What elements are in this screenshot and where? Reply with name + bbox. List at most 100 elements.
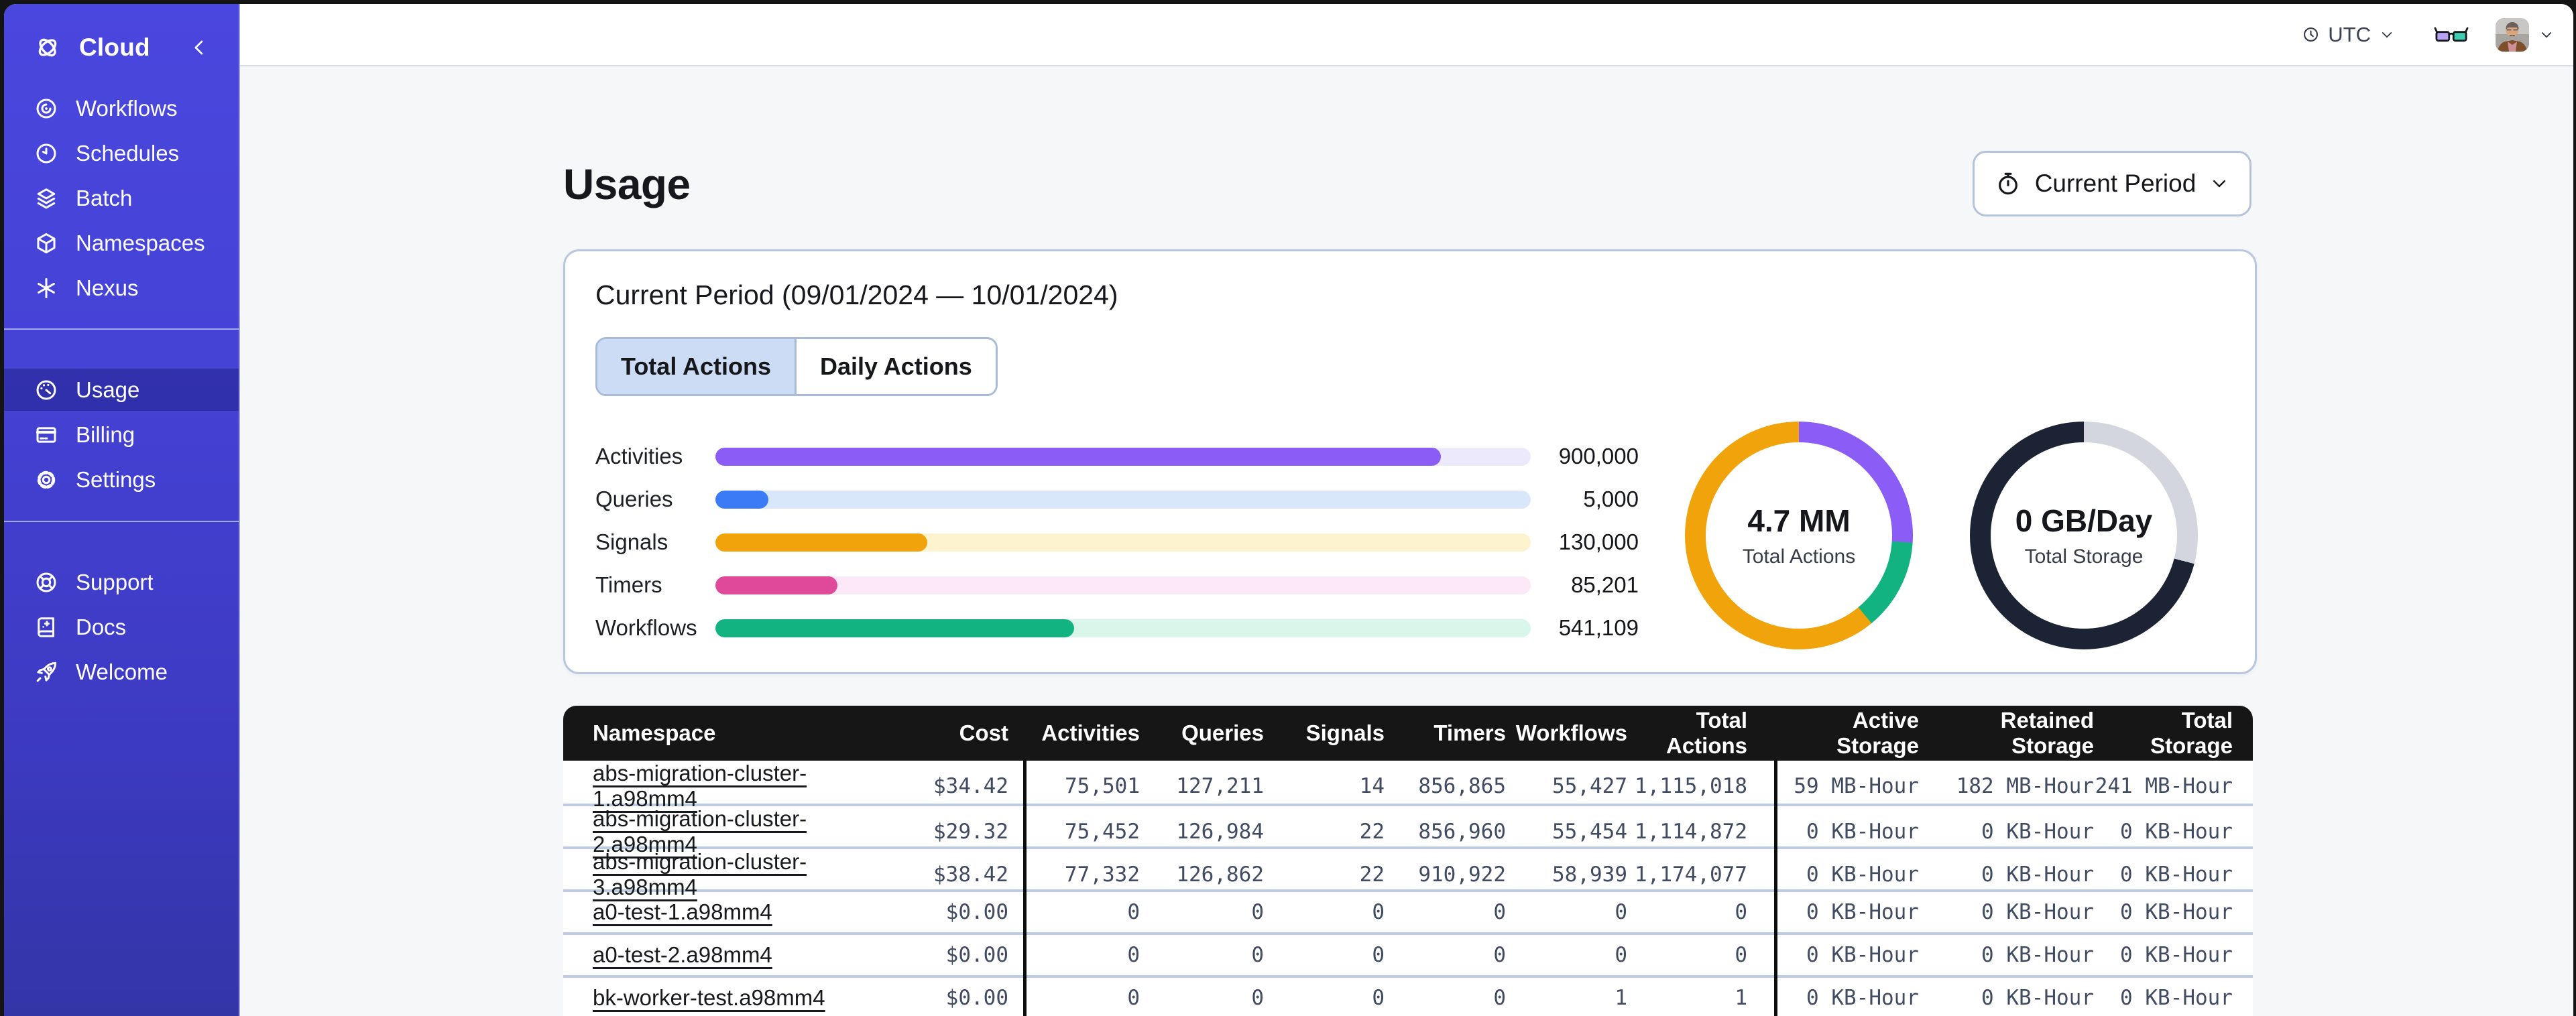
glasses-icon[interactable] (2434, 25, 2469, 45)
table-header-row: Namespace Cost Activities Queries Signals Tim… (563, 706, 2253, 761)
sidebar-item-namespaces[interactable]: Namespaces (4, 222, 239, 264)
sidebar-item-label: Docs (76, 614, 127, 639)
timezone-selector[interactable]: UTC (2302, 23, 2395, 47)
sidebar-item-billing[interactable]: Billing (4, 414, 239, 456)
namespace-link[interactable]: abs-migration-cluster-1.a98mm4 (593, 761, 807, 811)
sidebar-item-docs[interactable]: Docs (4, 606, 239, 648)
bar-value: 5,000 (1583, 487, 1639, 511)
cell-value: 910,922 (1418, 863, 1506, 887)
cell-value: 0 KB-Hour (1981, 986, 2094, 1010)
namespace-link[interactable]: a0-test-1.a98mm4 (593, 899, 772, 924)
column-header-active-storage: Active Storage (1836, 708, 1919, 758)
bar-track (715, 533, 1531, 552)
table-row: a0-test-2.a98mm4 $0.00 0 0 0 0 0 0 0 KB-Hour 0 KB… (563, 932, 2253, 975)
cell-value: 1 (1735, 986, 1747, 1010)
sidebar-collapse-button[interactable] (185, 34, 213, 62)
bar-value: 130,000 (1558, 529, 1639, 554)
bar-value: 85,201 (1571, 572, 1639, 597)
sidebar-item-label: Settings (76, 466, 156, 492)
cell-value: 0 KB-Hour (1806, 820, 1919, 844)
usage-card-title: Current Period (09/01/2024 — 10/01/2024) (595, 279, 1118, 310)
billing-icon (34, 422, 59, 448)
cell-value: 0 KB-Hour (1981, 820, 2094, 844)
user-menu-chevron-down-icon[interactable] (2538, 27, 2555, 43)
cell-value: $0.00 (945, 900, 1008, 924)
sidebar-item-schedules[interactable]: Schedules (4, 132, 239, 174)
tab-total-actions[interactable]: Total Actions (597, 339, 795, 394)
table-column-divider (1023, 761, 1027, 1016)
cell-value: 0 (1251, 900, 1264, 924)
bar-track (715, 447, 1531, 466)
stopwatch-icon (1995, 170, 2022, 197)
namespace-table: Namespace Cost Activities Queries Signals Tim… (563, 706, 2253, 1016)
avatar[interactable] (2496, 17, 2529, 52)
bar-fill (715, 576, 838, 594)
usage-icon (34, 377, 59, 403)
column-header-workflows: Workflows (1515, 720, 1627, 745)
bar-fill (715, 490, 769, 509)
table-row: bk-worker-test.a98mm4 $0.00 0 0 0 0 1 1 0 KB-Hou… (563, 975, 2253, 1016)
bar-label: Timers (595, 572, 662, 597)
cell-value: 55,454 (1552, 820, 1627, 844)
bar-track (715, 490, 1531, 509)
cell-value: 0 (1372, 900, 1385, 924)
cell-value: 1,114,872 (1635, 820, 1747, 844)
cell-value: 1,174,077 (1635, 863, 1747, 887)
sidebar: Cloud Workflows Schedules Batch Namespaces N… (4, 4, 240, 1016)
usage-bar-chart: Activities 900,000 Queries 5,000 Signals 130,… (595, 435, 1639, 649)
donut-label: Total Actions (1742, 546, 1856, 568)
workflows-icon (34, 96, 59, 121)
cell-value: 856,960 (1418, 820, 1506, 844)
support-icon (34, 570, 59, 595)
cell-value: 0 KB-Hour (1981, 900, 2094, 924)
sidebar-item-support[interactable]: Support (4, 561, 239, 603)
namespace-link[interactable]: abs-migration-cluster-3.a98mm4 (593, 849, 807, 899)
sidebar-item-nexus[interactable]: Nexus (4, 267, 239, 309)
sidebar-item-label: Namespaces (76, 230, 205, 255)
cell-value: 0 KB-Hour (1806, 863, 1919, 887)
sidebar-item-batch[interactable]: Batch (4, 177, 239, 219)
cell-value: 0 KB-Hour (1806, 943, 1919, 967)
actions-tabs: Total Actions Daily Actions (595, 337, 998, 396)
tab-daily-actions[interactable]: Daily Actions (795, 339, 996, 394)
cell-value: 241 MB-Hour (2095, 774, 2233, 798)
bar-row-activities: Activities 900,000 (595, 435, 1639, 478)
sidebar-item-label: Billing (76, 422, 135, 447)
sidebar-brand[interactable]: Cloud (4, 24, 239, 71)
bar-value: 541,109 (1558, 615, 1639, 640)
period-selector-button[interactable]: Current Period (1973, 151, 2251, 216)
bar-fill (715, 619, 1075, 637)
cell-value: 58,939 (1552, 863, 1627, 887)
sidebar-item-welcome[interactable]: Welcome (4, 651, 239, 693)
sidebar-item-usage[interactable]: Usage (4, 369, 239, 411)
namespace-link[interactable]: bk-worker-test.a98mm4 (593, 985, 825, 1010)
welcome-icon (34, 659, 59, 685)
bar-row-timers: Timers 85,201 (595, 564, 1639, 607)
clock-icon (2302, 25, 2320, 44)
cell-value: $38.42 (933, 863, 1008, 887)
docs-icon (34, 615, 59, 640)
sidebar-nav-help: Support Docs Welcome (4, 561, 239, 693)
cell-value: 59 MB-Hour (1794, 774, 1919, 798)
cell-value: $0.00 (945, 943, 1008, 967)
column-header-timers: Timers (1433, 720, 1506, 745)
cell-value: 0 (1615, 943, 1627, 967)
donut-total-storage: 0 GB/Day Total Storage (1970, 422, 2198, 649)
settings-icon (34, 467, 59, 493)
cell-value: 14 (1359, 774, 1385, 798)
page-title: Usage (563, 160, 691, 208)
cell-value: 0 KB-Hour (2120, 863, 2233, 887)
sidebar-item-workflows[interactable]: Workflows (4, 87, 239, 129)
schedules-icon (34, 141, 59, 166)
namespaces-icon (34, 231, 59, 256)
cell-value: 0 (1372, 986, 1385, 1010)
column-header-cost: Cost (959, 720, 1008, 745)
namespace-link[interactable]: a0-test-2.a98mm4 (593, 942, 772, 967)
sidebar-item-settings[interactable]: Settings (4, 458, 239, 501)
donut-value: 4.7 MM (1747, 503, 1851, 538)
column-header-signals: Signals (1305, 720, 1385, 745)
column-header-queries: Queries (1181, 720, 1264, 745)
cell-value: 0 (1493, 986, 1506, 1010)
bar-fill (715, 447, 1442, 466)
cell-value: 127,211 (1176, 774, 1264, 798)
